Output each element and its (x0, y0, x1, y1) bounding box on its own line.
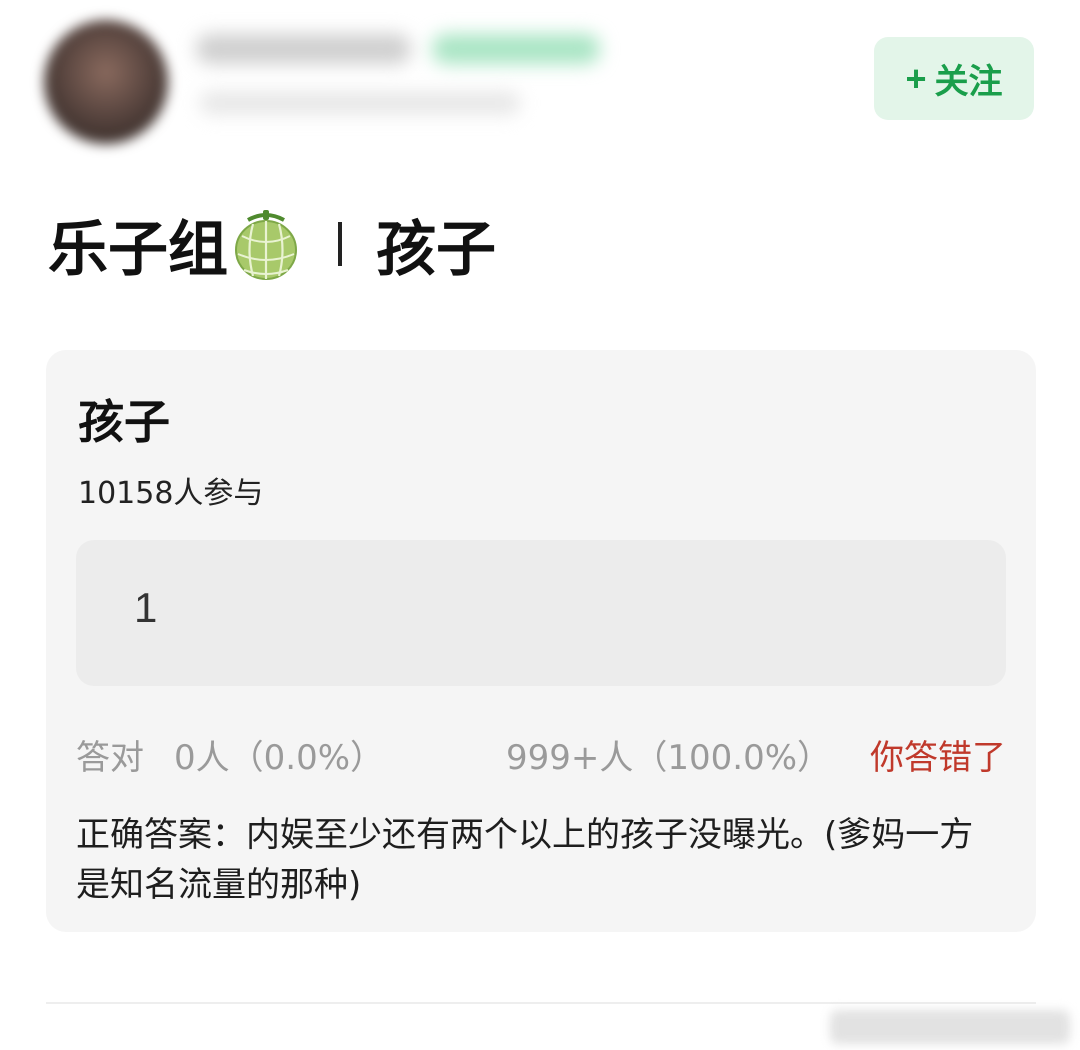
follow-button[interactable]: + 关注 (874, 37, 1034, 120)
melon-icon (235, 210, 297, 280)
correct-answer-text: 正确答案：内娱至少还有两个以上的孩子没曝光。(爹妈一方是知名流量的那种) (76, 815, 974, 905)
post-title: 乐子组 孩子 (48, 204, 496, 285)
quiz-question: 孩子 (78, 395, 170, 449)
post-page: + 关注 乐子组 孩子 孩子 10158人参与 1 答对 0人（0.0%） 99 (0, 0, 1080, 1050)
blurred-badge (432, 34, 600, 64)
wrong-count: 999+人（100.0%） (506, 738, 832, 778)
follow-label: 关注 (934, 63, 1003, 101)
quiz-option[interactable]: 1 (76, 540, 1006, 686)
wrong-answer-label: 你答错了 (870, 738, 1006, 778)
blurred-post-meta (200, 92, 520, 114)
bottom-divider (46, 1002, 1036, 1004)
title-divider (338, 222, 342, 266)
avatar[interactable] (44, 20, 168, 144)
correct-label: 答对 (76, 738, 144, 778)
quiz-card: 孩子 10158人参与 1 答对 0人（0.0%） 999+人（100.0%） … (46, 350, 1036, 932)
correct-count: 0人（0.0%） (174, 738, 385, 778)
quiz-option-label: 1 (134, 584, 158, 631)
blurred-username[interactable] (196, 34, 411, 64)
watermark (830, 1010, 1070, 1044)
post-title-left: 乐子组 (48, 214, 228, 285)
plus-icon: + (905, 57, 927, 99)
quiz-stats: 答对 0人（0.0%） 999+人（100.0%） 你答错了 (76, 730, 1006, 778)
post-title-right: 孩子 (376, 214, 496, 285)
participant-count: 10158人参与 (78, 476, 264, 511)
